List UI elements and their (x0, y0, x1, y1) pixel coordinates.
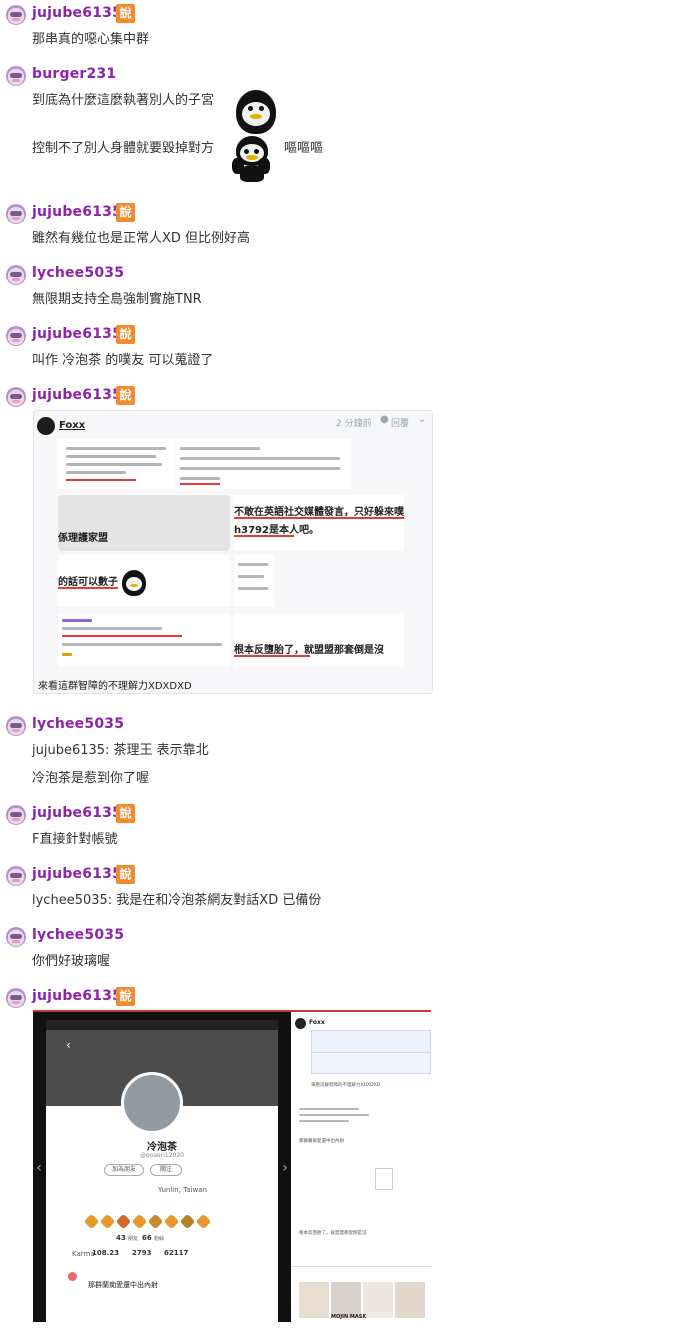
avatar[interactable] (6, 805, 26, 825)
avatar[interactable] (6, 866, 26, 886)
reply-label: 回覆 (391, 419, 410, 429)
avatar[interactable] (6, 988, 26, 1008)
attached-screenshot[interactable]: Foxx 2 分鐘前 ● 回覆 ⌄ 係理護家盟 不敢在英語社交媒體發言，只好躲來… (33, 410, 433, 694)
avatar[interactable] (6, 716, 26, 736)
username-link[interactable]: lychee5035 (32, 265, 124, 281)
responses-count: 62117 (164, 1249, 189, 1257)
friends-label: 朋友 (128, 1236, 139, 1242)
avatar[interactable] (6, 265, 26, 285)
collage-tile (58, 439, 174, 489)
say-badge: 說 (116, 325, 135, 344)
post-caption: 來看這群智障的不理解力XDXDXD (38, 681, 192, 692)
collage-tile: 係理護家盟 (58, 495, 230, 551)
collage-tile (176, 439, 350, 489)
chevron-down-icon: ⌄ (418, 414, 427, 425)
collage-tile (58, 613, 230, 667)
username-link[interactable]: burger231 (32, 66, 116, 82)
post-text: 那群蘭痴愛還中出內射 (299, 1139, 344, 1144)
username-link[interactable]: jujube6135 (32, 5, 122, 21)
avatar (68, 1272, 77, 1281)
snippet-text: 不敢在英語社交媒體發言，只好躲來噗浪 (234, 507, 404, 518)
message-text: 冷泡茶是惹到你了喔 (32, 771, 150, 786)
post-author: Foxx (59, 420, 86, 431)
avatar[interactable] (6, 204, 26, 224)
message-text: 那串真的噁心集中群 (32, 32, 150, 47)
say-badge: 說 (116, 804, 135, 823)
avatar (37, 417, 55, 435)
fans-count: 66 (142, 1234, 152, 1242)
post-caption: 來看這群智障的不理解力XDXDXD (311, 1083, 381, 1088)
message-text: 叫作 冷泡茶 的噗友 可以蒐證了 (32, 353, 214, 368)
username-link[interactable]: jujube6135 (32, 988, 122, 1004)
snippet-text: 係理護家盟 (58, 533, 108, 544)
back-arrow-icon: ‹ (66, 1038, 71, 1052)
message-text: F直接針對帳號 (32, 832, 118, 847)
snippet-text: 根本反墮胎了，就盟盟那套倒是沒 (299, 1231, 367, 1236)
profile-name: 冷泡茶 (147, 1142, 177, 1153)
right-screenshot: Foxx 來看這群智障的不理解力XDXDXD 那群蘭痴愛還中出內射 根本反墮胎了… (291, 1012, 431, 1322)
username-link[interactable]: jujube6135 (32, 204, 122, 220)
ad-brand: MOJIN MASK (331, 1314, 367, 1320)
username-link[interactable]: jujube6135 (32, 326, 122, 342)
collage-tile: 不敢在英語社交媒體發言，只好躲來噗浪 h3792是本人吧。 (234, 495, 404, 551)
avatar[interactable] (6, 326, 26, 346)
message-text: 雖然有幾位也是正常人XD 但比例好高 (32, 231, 251, 246)
avatar[interactable] (6, 387, 26, 407)
username-link[interactable]: lychee5035 (32, 716, 124, 732)
username-link[interactable]: jujube6135 (32, 387, 122, 403)
friends-count: 43 (116, 1234, 126, 1242)
message-text: 無限期支持全島強制實施TNR (32, 292, 202, 307)
message-text: 控制不了別人身體就要毀掉對方 (32, 141, 215, 156)
reply-icon: ● (380, 414, 389, 425)
message-text: 你們好玻璃喔 (32, 954, 111, 969)
say-badge: 說 (116, 386, 135, 405)
chevron-left-icon[interactable]: ‹ (33, 1160, 45, 1176)
snippet-text: h3792是本人吧。 (234, 525, 319, 536)
snippet-text: 根本反墮胎了，就盟盟那套倒是沒 (234, 645, 384, 656)
plurks-count: 2793 (132, 1249, 152, 1257)
message-text: 嘔嘔嘔 (284, 141, 324, 156)
username-link[interactable]: lychee5035 (32, 927, 124, 943)
attached-screenshot[interactable]: ‹ › ‹ 冷泡茶 @ooaeri12020 加為朋友 關注 Yunlin, T… (33, 1010, 431, 1322)
chevron-right-icon[interactable]: › (279, 1160, 291, 1176)
collage-tile: 的話可以數子宮 (58, 555, 230, 607)
say-badge: 說 (116, 987, 135, 1006)
profile-handle: @ooaeri12020 (140, 1152, 184, 1159)
penguin-sticker (120, 569, 148, 597)
add-friend-button: 加為朋友 (104, 1164, 144, 1176)
avatar[interactable] (6, 66, 26, 86)
profile-location: Yunlin, Taiwan (158, 1186, 207, 1194)
message-text: lychee5035: 我是在和冷泡茶網友對話XD 已備份 (32, 893, 322, 908)
post-time: 2 分鐘前 (336, 419, 372, 429)
collage-tile (234, 555, 274, 607)
username-link[interactable]: jujube6135 (32, 805, 122, 821)
avatar[interactable] (6, 5, 26, 25)
say-badge: 說 (116, 4, 135, 23)
phone-screenshot: ‹ 冷泡茶 @ooaeri12020 加為朋友 關注 Yunlin, Taiwa… (46, 1020, 278, 1322)
message-text: 到底為什麼這麼執著別人的子宮 (32, 93, 215, 108)
message-text: jujube6135: 茶理王 表示靠北 (32, 743, 209, 758)
avatar (121, 1072, 183, 1134)
follow-button: 關注 (150, 1164, 182, 1176)
post-author: Foxx (309, 1019, 325, 1026)
post-text: 那群蘭痴愛還中出內射 (88, 1281, 158, 1289)
penguin-sticker (232, 88, 280, 136)
collage-tile: 根本反墮胎了，就盟盟那套倒是沒 (234, 613, 404, 667)
penguin-sticker (230, 136, 278, 184)
fans-label: 粉絲 (154, 1236, 165, 1242)
snippet-text: 的話可以數子宮 (58, 577, 118, 588)
say-badge: 說 (116, 865, 135, 884)
username-link[interactable]: jujube6135 (32, 866, 122, 882)
say-badge: 說 (116, 203, 135, 222)
karma-value: 108.23 (92, 1249, 120, 1257)
avatar[interactable] (6, 927, 26, 947)
